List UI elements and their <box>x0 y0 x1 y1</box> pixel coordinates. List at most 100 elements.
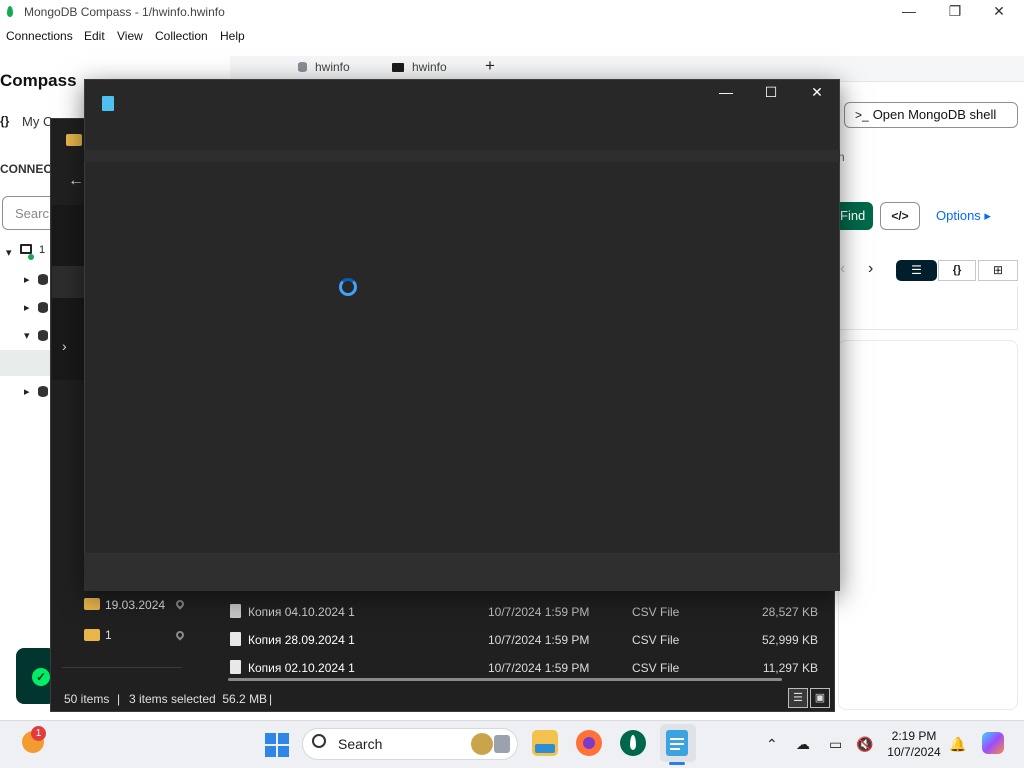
connection-icon <box>20 244 32 254</box>
nav-folder-item[interactable]: 1 <box>84 622 204 648</box>
caret-right-icon[interactable]: ▸ <box>24 273 30 286</box>
weather-badge: 1 <box>31 726 46 741</box>
code-toggle-button[interactable]: </> <box>880 202 920 230</box>
database-icon <box>38 386 48 397</box>
compass-logo: Compass <box>0 71 77 90</box>
csv-file-icon <box>230 660 241 674</box>
caret-down-icon[interactable]: ▾ <box>24 329 30 342</box>
notepad-close-button[interactable]: ✕ <box>797 82 837 104</box>
options-toggle[interactable]: Options ▸ <box>936 208 991 224</box>
json-view-button[interactable]: {} <box>938 260 976 281</box>
next-page-button[interactable]: › <box>868 260 873 278</box>
back-arrow-icon[interactable]: ← <box>68 172 84 190</box>
tab-hwinfo-collection[interactable]: hwinfo <box>392 60 447 80</box>
volume-muted-icon[interactable]: 🔇 <box>856 736 873 753</box>
previous-page-button[interactable]: ‹ <box>840 260 845 278</box>
database-icon <box>38 330 48 341</box>
minimize-button[interactable]: — <box>886 0 932 24</box>
table-view-button[interactable]: ⊞ <box>978 260 1018 281</box>
pin-icon[interactable] <box>174 629 186 641</box>
expand-chevron-icon[interactable]: › <box>62 338 67 354</box>
mongodb-leaf-icon <box>7 6 13 17</box>
menu-bar: Connections Edit View Collection Help <box>0 24 1024 48</box>
pin-icon[interactable] <box>174 598 186 610</box>
tree-connection-label[interactable]: 1 <box>39 244 45 256</box>
window-title: MongoDB Compass - 1/hwinfo.hwinfo <box>24 5 225 19</box>
chevron-up-icon[interactable]: ⌃ <box>766 736 778 753</box>
notepad-toolbar-placeholder <box>84 150 840 162</box>
file-list: Копия 04.10.2024 1 10/7/2024 1:59 PM CSV… <box>222 598 826 674</box>
open-shell-button[interactable]: >_ Open MongoDB shell <box>844 102 1018 128</box>
folder-icon <box>66 134 82 146</box>
onedrive-icon[interactable]: ☁ <box>796 736 810 753</box>
notepad-maximize-button[interactable]: ☐ <box>751 82 791 104</box>
folder-icon <box>84 598 100 610</box>
menu-edit[interactable]: Edit <box>84 29 105 43</box>
compass-titlebar: MongoDB Compass - 1/hwinfo.hwinfo — ❐ ✕ <box>0 0 1024 24</box>
notepad-status-bar <box>84 553 840 591</box>
database-icon <box>38 302 48 313</box>
caret-down-icon[interactable]: ▾ <box>6 246 12 259</box>
loading-spinner-icon <box>339 278 357 296</box>
close-button[interactable]: ✕ <box>976 0 1022 24</box>
tab-hwinfo-database[interactable]: hwinfo <box>298 60 350 80</box>
explorer-status-bar: 50 items | 3 items selected 56.2 MB | ☰ … <box>52 688 832 710</box>
system-clock[interactable]: 2:19 PM 10/7/2024 <box>884 728 944 760</box>
file-row[interactable]: Копия 04.10.2024 1 10/7/2024 1:59 PM CSV… <box>222 599 826 625</box>
database-icon <box>298 62 307 72</box>
notepad-taskbar-icon[interactable] <box>666 730 688 756</box>
notepad-app-icon <box>102 96 114 111</box>
search-highlight-icon <box>471 733 493 755</box>
status-separator: | <box>117 692 121 706</box>
mongodb-compass-taskbar-icon[interactable] <box>620 730 646 756</box>
nav-selected-item[interactable] <box>52 266 84 298</box>
menu-view[interactable]: View <box>117 29 143 43</box>
selected-collection-row[interactable] <box>0 350 52 376</box>
csv-file-icon <box>230 604 241 618</box>
maximize-button[interactable]: ❐ <box>932 0 978 24</box>
folder-icon <box>84 629 100 641</box>
caret-right-icon[interactable]: ▸ <box>24 301 30 314</box>
notepad-minimize-button[interactable]: — <box>706 82 746 104</box>
folder-icon <box>392 63 404 72</box>
notification-bell-icon[interactable]: 🔔 <box>949 736 966 753</box>
selection-summary: 3 items selected 56.2 MB <box>129 692 268 706</box>
menu-connections[interactable]: Connections <box>6 29 73 43</box>
status-separator: | <box>269 692 273 706</box>
start-button[interactable] <box>265 733 289 757</box>
document-card[interactable] <box>838 340 1018 710</box>
menu-help[interactable]: Help <box>220 29 245 43</box>
details-view-icon[interactable]: ☰ <box>788 688 808 708</box>
active-app-indicator <box>669 762 685 765</box>
caret-right-icon[interactable]: ▸ <box>24 385 30 398</box>
connections-header: CONNEC <box>0 162 53 176</box>
windows-logo-icon <box>265 733 276 744</box>
file-row[interactable]: Копия 28.09.2024 1 10/7/2024 1:59 PM CSV… <box>222 627 826 653</box>
search-icon <box>312 734 326 748</box>
clock-date: 10/7/2024 <box>887 745 941 759</box>
clock-time: 2:19 PM <box>891 729 937 743</box>
display-icon[interactable]: ▭ <box>829 736 842 753</box>
firefox-taskbar-icon[interactable] <box>576 730 602 756</box>
csv-file-icon <box>230 632 241 646</box>
add-tab-button[interactable]: + <box>485 56 495 76</box>
menu-collection[interactable]: Collection <box>155 29 208 43</box>
file-row[interactable]: Копия 02.10.2024 1 10/7/2024 1:59 PM CSV… <box>222 655 826 674</box>
braces-icon: {} <box>0 114 10 128</box>
documents-toolbar-divider <box>838 286 1018 330</box>
taskbar-search-label: Search <box>338 736 383 752</box>
quick-access-list: 19.03.2024 1 <box>84 592 204 672</box>
nav-divider <box>62 667 182 668</box>
file-explorer-taskbar-icon[interactable] <box>532 730 558 756</box>
database-icon <box>38 274 48 285</box>
horizontal-scrollbar[interactable] <box>228 678 782 681</box>
preview-view-icon[interactable]: ▣ <box>810 688 830 708</box>
item-count: 50 items <box>64 692 110 706</box>
success-check-icon: ✓ <box>32 668 50 686</box>
shell-prompt-icon: >_ <box>855 108 869 122</box>
nav-folder-item[interactable]: 19.03.2024 <box>84 592 204 618</box>
connected-status-dot <box>28 254 34 260</box>
list-view-button[interactable]: ☰ <box>896 260 937 281</box>
search-highlight-badge-icon <box>494 735 510 753</box>
copilot-icon[interactable] <box>982 732 1004 754</box>
